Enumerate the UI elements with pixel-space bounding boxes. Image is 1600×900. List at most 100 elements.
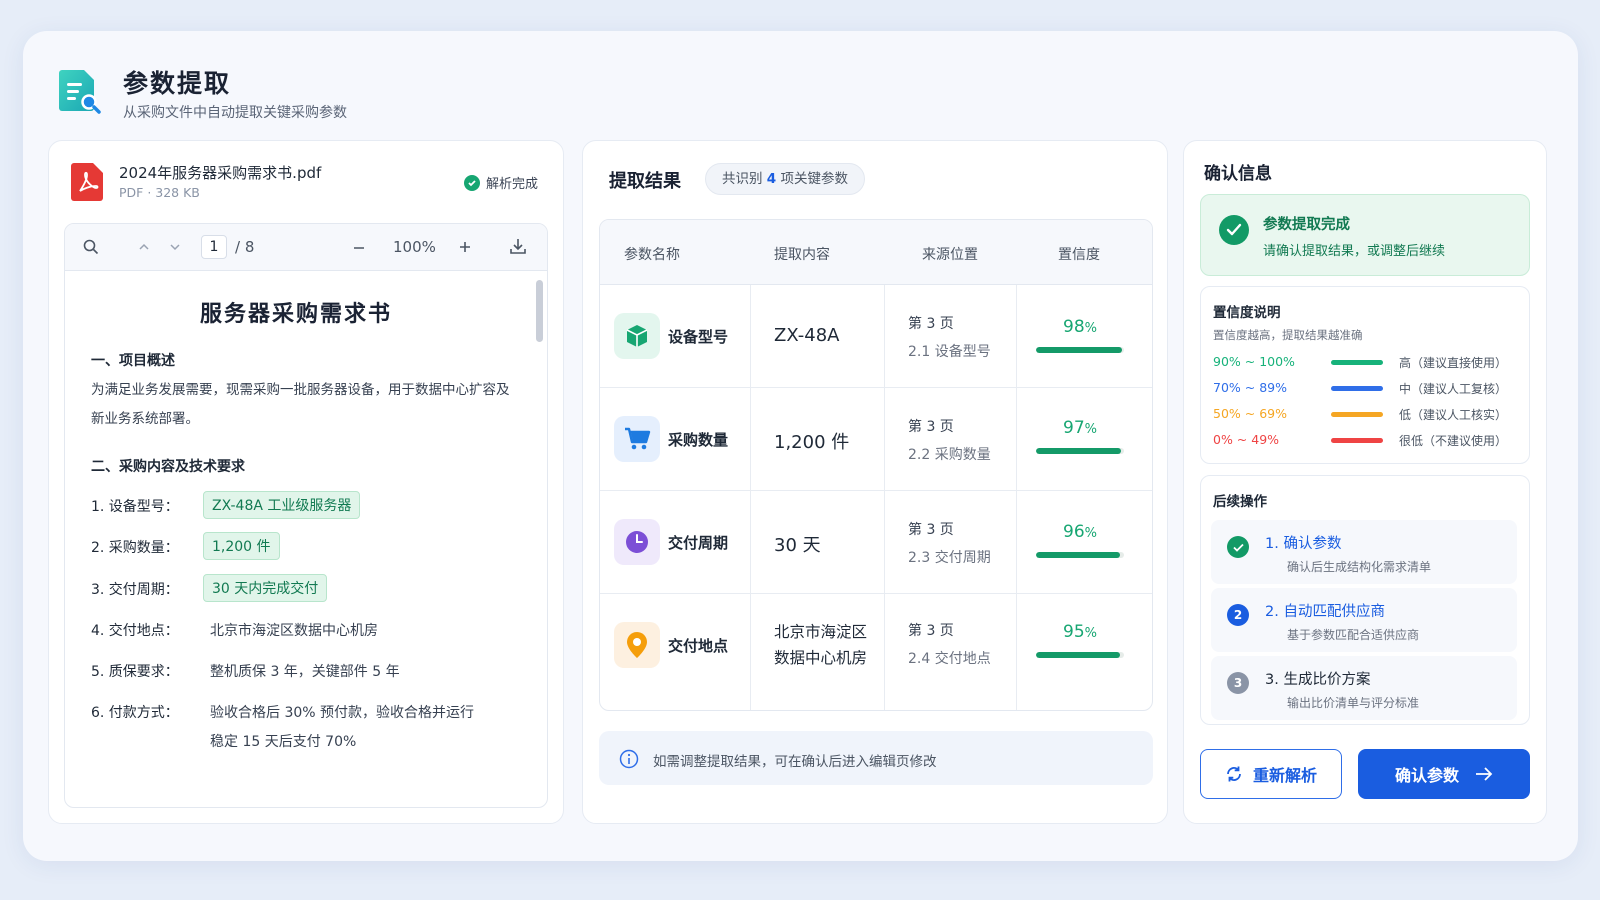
column-header: 来源位置: [922, 247, 978, 263]
viewer-toolbar: 1 / 8 100%: [65, 224, 547, 271]
parse-status: 解析完成: [463, 173, 538, 192]
check-circle-icon: [463, 174, 480, 191]
param-name: 交付周期: [668, 534, 729, 552]
table-header: 参数名称 提取内容 来源位置 置信度: [600, 220, 1152, 285]
list-item-label: 5. 质保要求：: [91, 664, 179, 680]
table-row[interactable]: 设备型号 ZX-48A 第 3 页 2.1 设备型号 98%: [600, 285, 1152, 388]
column-header: 置信度: [1058, 247, 1100, 263]
table-row[interactable]: 采购数量 1,200 件 第 3 页 2.2 采购数量 97%: [600, 388, 1152, 491]
confidence-bar-fill: [1036, 347, 1123, 353]
confidence-value: 95%: [1063, 622, 1097, 642]
source-page: 第 3 页: [908, 316, 954, 332]
list-item-value-cont: 稳定 15 天后支付 70%: [210, 734, 357, 750]
pdf-viewer: 1 / 8 100% 服务器采购需求书 一、项目概述 为满足业务发展需要，现需采…: [64, 223, 548, 808]
confidence-value: 96%: [1063, 522, 1097, 542]
zoom-out-icon[interactable]: [353, 246, 365, 250]
legend-range: 70% ~ 89%: [1213, 380, 1287, 395]
results-table: 参数名称 提取内容 来源位置 置信度 设备型号 ZX-48A 第 3 页 2.1…: [599, 219, 1153, 711]
highlighted-value[interactable]: ZX-48A 工业级服务器: [203, 491, 361, 519]
param-value: 北京市海淀区: [774, 623, 868, 641]
refresh-icon: [1227, 766, 1241, 782]
source-section: 2.1 设备型号: [908, 344, 991, 360]
page-number-input[interactable]: 1: [201, 235, 227, 259]
step-subtitle: 确认后生成结构化需求清单: [1287, 560, 1432, 574]
legend-text: 高（建议直接使用）: [1399, 356, 1508, 370]
check-circle-icon: [1227, 536, 1249, 558]
source-page: 第 3 页: [908, 522, 954, 538]
confirm-params-button[interactable]: 确认参数: [1358, 749, 1530, 799]
table-row[interactable]: 交付地点 北京市海淀区 数据中心机房 第 3 页 2.4 交付地点 95%: [600, 594, 1152, 710]
confidence-bar-fill: [1036, 448, 1122, 454]
param-value: ZX-48A: [774, 325, 840, 346]
step-subtitle: 输出比价清单与评分标准: [1287, 696, 1420, 710]
search-icon[interactable]: [83, 239, 99, 255]
page-title: 参数提取: [123, 69, 232, 98]
confidence-number: 95: [1063, 622, 1085, 642]
source-section: 2.3 交付周期: [908, 550, 991, 566]
confidence-value: 97%: [1063, 418, 1097, 438]
step-number: 3: [1227, 672, 1249, 694]
highlighted-value[interactable]: 1,200 件: [203, 532, 280, 560]
step-match-suppliers[interactable]: 2 2. 自动匹配供应商 基于参数匹配合适供应商: [1211, 588, 1517, 652]
step-title: 3. 生成比价方案: [1265, 672, 1371, 688]
confidence-number: 96: [1063, 522, 1085, 542]
legend-bar: [1331, 360, 1383, 365]
legend-bar: [1331, 438, 1383, 443]
cube-icon: [614, 313, 660, 359]
download-icon[interactable]: [510, 238, 526, 255]
legend-text: 很低（不建议使用）: [1399, 434, 1508, 448]
step-number: 2: [1227, 604, 1249, 626]
extraction-results-panel: 提取结果 共识别 4 项关键参数 参数名称 提取内容 来源位置 置信度 设备型号…: [582, 140, 1168, 824]
chevron-down-icon[interactable]: [169, 242, 181, 252]
step-title: 2. 自动匹配供应商: [1265, 604, 1385, 620]
param-value-cont: 数据中心机房: [774, 649, 868, 667]
section-heading: 二、采购内容及技术要求: [91, 459, 245, 475]
list-item-label: 3. 交付周期：: [91, 582, 179, 598]
param-value: 30 天: [774, 535, 821, 556]
info-icon: [619, 749, 639, 769]
chevron-up-icon[interactable]: [138, 242, 150, 252]
reparse-button[interactable]: 重新解析: [1200, 749, 1342, 799]
success-subtitle: 请确认提取结果，或调整后继续: [1263, 244, 1446, 259]
step-confirm-params[interactable]: 1. 确认参数 确认后生成结构化需求清单: [1211, 520, 1517, 584]
clock-icon: [614, 519, 660, 565]
step-title: 1. 确认参数: [1265, 536, 1342, 552]
highlighted-value[interactable]: 30 天内完成交付: [203, 574, 328, 602]
confidence-bar-fill: [1036, 652, 1120, 658]
success-banner: 参数提取完成 请确认提取结果，或调整后继续: [1200, 194, 1530, 276]
step-generate-comparison[interactable]: 3 3. 生成比价方案 输出比价清单与评分标准: [1211, 656, 1517, 720]
section-paragraph: 为满足业务发展需要，现需采购一批服务器设备，用于数据中心扩容及新业务系统部署。: [91, 382, 510, 427]
list-item-value: 验收合格后 30% 预付款，验收合格并运行: [210, 705, 475, 721]
zoom-in-icon[interactable]: [459, 241, 471, 253]
parse-status-label: 解析完成: [485, 177, 538, 192]
file-meta: PDF · 328 KB: [119, 185, 200, 200]
document-page: 服务器采购需求书 一、项目概述 为满足业务发展需要，现需采购一批服务器设备，用于…: [65, 272, 547, 807]
confidence-bar: [1036, 552, 1124, 558]
file-info: 2024年服务器采购需求书.pdf PDF · 328 KB 解析完成: [69, 161, 543, 205]
arrow-right-icon: [1476, 767, 1493, 781]
confidence-value: 98%: [1063, 317, 1097, 337]
list-item-value: 北京市海淀区数据中心机房: [210, 623, 378, 639]
cart-icon: [614, 416, 660, 462]
document-search-icon: [59, 70, 101, 114]
pdf-file-icon: [71, 163, 103, 201]
steps-title: 后续操作: [1213, 494, 1267, 510]
results-title: 提取结果: [609, 171, 681, 192]
legend-text: 中（建议人工复核）: [1399, 382, 1508, 396]
location-pin-icon: [614, 622, 660, 668]
param-name: 设备型号: [668, 328, 729, 346]
legend-range: 90% ~ 100%: [1213, 354, 1295, 369]
legend-bar: [1331, 412, 1383, 417]
legend-title: 置信度说明: [1213, 305, 1281, 321]
legend-range: 50% ~ 69%: [1213, 406, 1287, 421]
legend-bar: [1331, 386, 1383, 391]
confidence-bar-fill: [1036, 552, 1121, 558]
page-subtitle: 从采购文件中自动提取关键采购参数: [123, 105, 347, 121]
success-title: 参数提取完成: [1263, 217, 1350, 233]
scrollbar-thumb[interactable]: [536, 280, 543, 342]
table-row[interactable]: 交付周期 30 天 第 3 页 2.3 交付周期 96%: [600, 491, 1152, 594]
source-page: 第 3 页: [908, 419, 954, 435]
param-value: 1,200 件: [774, 432, 850, 453]
badge-suffix: 项关键参数: [780, 171, 849, 187]
legend-subtitle: 置信度越高，提取结果越准确: [1213, 328, 1363, 342]
